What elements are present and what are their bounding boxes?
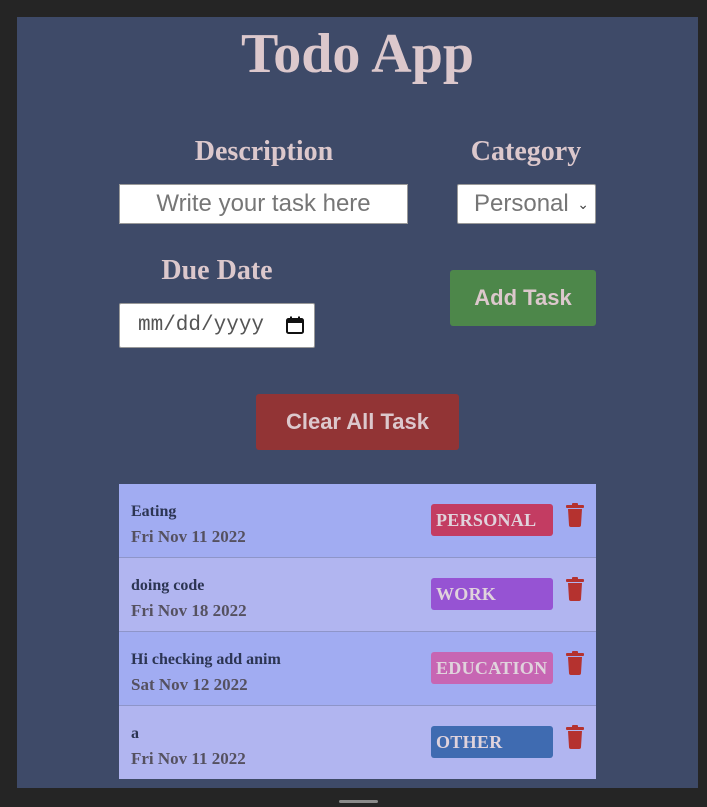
task-date: Fri Nov 11 2022 [131,527,246,546]
description-label: Description [194,136,334,167]
description-placeholder: Write your task here [156,190,371,217]
task-list: Eating Fri Nov 11 2022 PERSONAL doing co… [119,484,596,779]
task-row: Hi checking add anim Sat Nov 12 2022 EDU… [119,632,596,706]
resize-handle[interactable] [339,800,378,803]
category-badge: WORK [431,578,553,610]
category-badge: PERSONAL [431,504,553,536]
window-bottom-bar [0,788,707,807]
trash-icon[interactable] [565,651,585,675]
task-text: doing code [131,577,205,594]
add-task-button[interactable]: Add Task [450,270,596,326]
trash-icon[interactable] [565,577,585,601]
app-container: Todo App Description Category Write your… [17,17,698,788]
chevron-down-icon: ⌄ [577,196,589,212]
task-row: Eating Fri Nov 11 2022 PERSONAL [119,484,596,558]
due-date-label: Due Date [161,255,273,286]
due-date-placeholder: mm/dd/yyyy [138,314,265,337]
task-date: Fri Nov 18 2022 [131,601,247,620]
task-text: Eating [131,503,177,520]
description-input[interactable]: Write your task here [119,184,408,224]
category-select[interactable]: Personal ⌄ [457,184,596,224]
task-date: Fri Nov 11 2022 [131,749,246,768]
category-badge: OTHER [431,726,553,758]
task-row: a Fri Nov 11 2022 OTHER [119,706,596,779]
due-date-input[interactable]: mm/dd/yyyy [119,303,315,348]
trash-icon[interactable] [565,725,585,749]
task-row: doing code Fri Nov 18 2022 WORK [119,558,596,632]
task-date: Sat Nov 12 2022 [131,675,248,694]
trash-icon[interactable] [565,503,585,527]
category-selected-value: Personal [474,190,569,217]
task-text: a [131,725,139,742]
app-title: Todo App [241,23,474,85]
task-text: Hi checking add anim [131,651,281,668]
clear-all-button[interactable]: Clear All Task [256,394,459,450]
calendar-icon[interactable] [286,316,304,334]
category-label: Category [470,136,582,167]
category-badge: EDUCATION [431,652,553,684]
